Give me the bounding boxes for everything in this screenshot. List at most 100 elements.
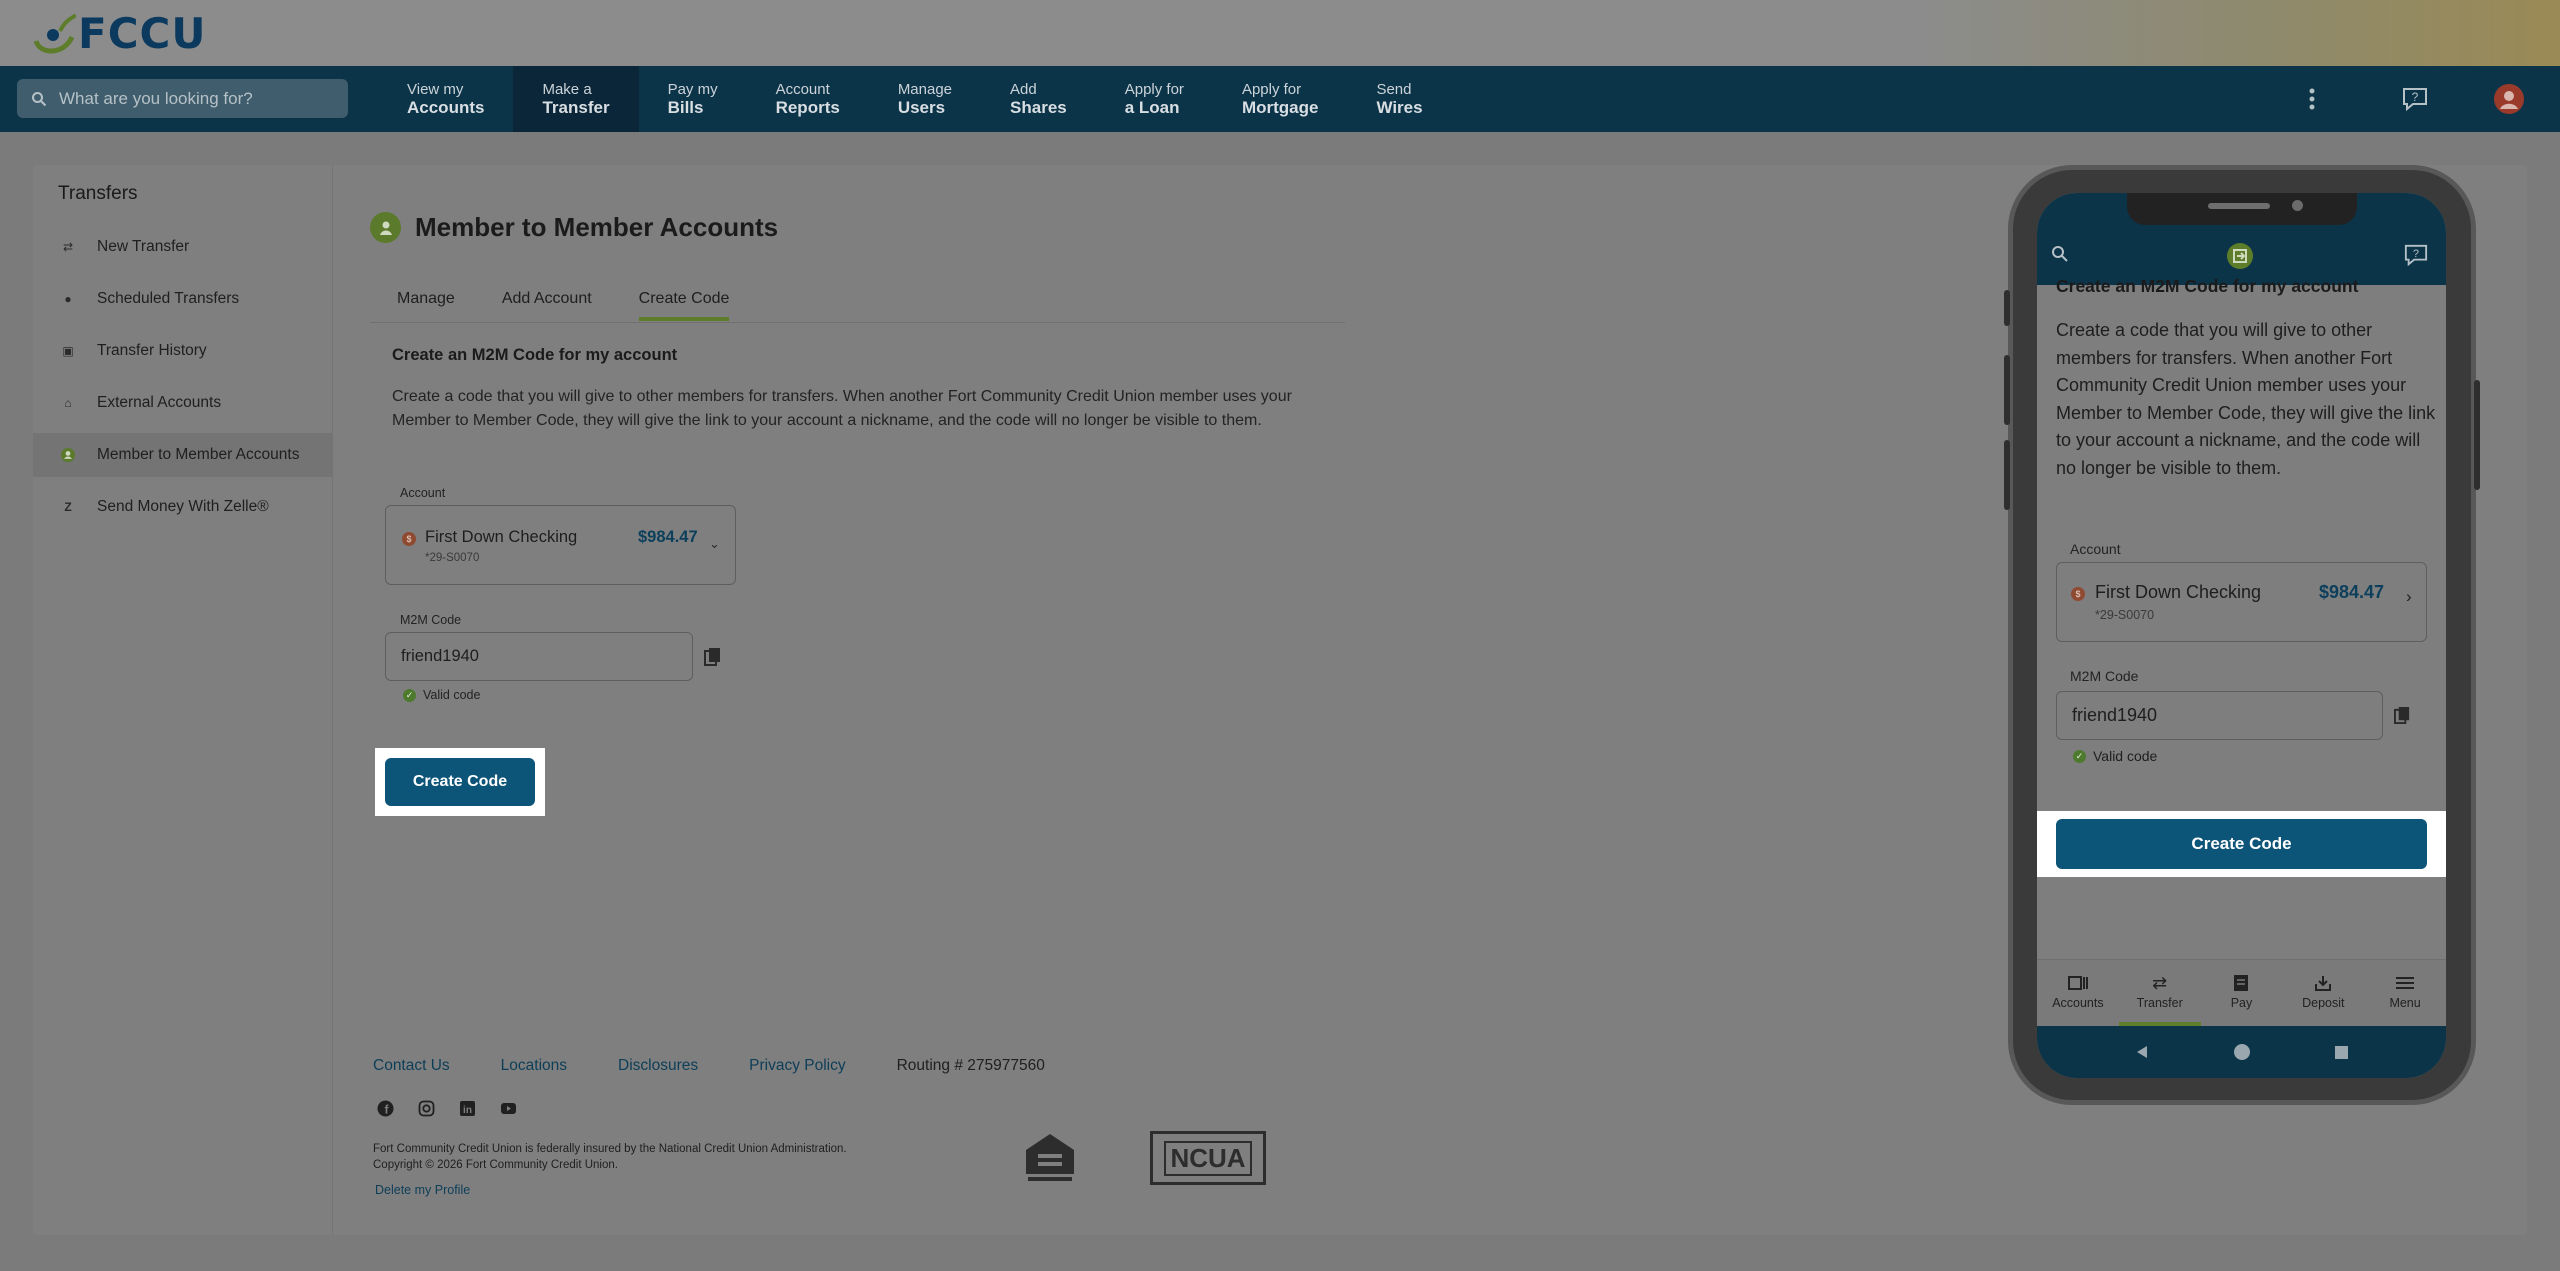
facebook-icon[interactable]: f bbox=[377, 1100, 394, 1117]
sidebar: Transfers ⇄ New Transfer ● Scheduled Trans… bbox=[33, 165, 333, 1235]
mobile-account-name: First Down Checking bbox=[2095, 582, 2262, 602]
footer-link-disclosures[interactable]: Disclosures bbox=[618, 1057, 698, 1075]
member-icon bbox=[370, 212, 401, 243]
clock-icon: ● bbox=[64, 292, 72, 306]
phone-side-button bbox=[2004, 355, 2010, 425]
footer-link-contact[interactable]: Contact Us bbox=[373, 1057, 450, 1075]
check-circle-icon: ✓ bbox=[403, 688, 416, 702]
nav-item-transfer[interactable]: Make a Transfer bbox=[513, 66, 639, 132]
valid-status: ✓ Valid code bbox=[403, 688, 480, 702]
nav-item-loan[interactable]: Apply for a Loan bbox=[1096, 66, 1213, 132]
instagram-icon[interactable] bbox=[418, 1100, 435, 1117]
linkedin-icon[interactable]: in bbox=[459, 1100, 476, 1117]
phone-side-button bbox=[2004, 290, 2010, 326]
nav-items: View my Accounts Make a Transfer Pay my Bil… bbox=[378, 66, 1452, 132]
brand-bar: FCCU bbox=[0, 0, 2560, 66]
search-box[interactable] bbox=[17, 79, 348, 118]
mobile-tab-menu[interactable]: Menu bbox=[2364, 960, 2446, 1026]
logo-text: FCCU bbox=[78, 8, 207, 58]
sidebar-item-external-accounts[interactable]: ⌂ External Accounts bbox=[33, 381, 333, 425]
nav-item-bills[interactable]: Pay my Bills bbox=[639, 66, 747, 132]
nav-item-wires[interactable]: Send Wires bbox=[1347, 66, 1451, 132]
hamburger-menu-icon bbox=[2396, 973, 2415, 993]
help-chat-icon[interactable]: ? bbox=[2403, 243, 2429, 267]
mobile-tab-pay[interactable]: Pay bbox=[2201, 960, 2283, 1026]
youtube-icon[interactable] bbox=[500, 1100, 517, 1117]
nav-item-shares[interactable]: Add Shares bbox=[981, 66, 1096, 132]
nav-item-mortgage[interactable]: Apply for Mortgage bbox=[1213, 66, 1348, 132]
routing-number: Routing # 275977560 bbox=[896, 1057, 1045, 1074]
sidebar-item-label: Scheduled Transfers bbox=[97, 290, 240, 307]
sidebar-item-transfer-history[interactable]: ▣ Transfer History bbox=[33, 329, 333, 373]
help-chat-icon: ? bbox=[2403, 88, 2427, 112]
android-system-nav bbox=[2037, 1026, 2446, 1078]
sidebar-item-label: Send Money With Zelle® bbox=[97, 498, 269, 515]
delete-profile-link[interactable]: Delete my Profile bbox=[375, 1183, 470, 1197]
mobile-create-code-button[interactable]: Create Code bbox=[2056, 819, 2427, 869]
phone-speaker bbox=[2208, 203, 2270, 209]
account-name: First Down Checking bbox=[425, 528, 578, 546]
dollar-badge-icon: $ bbox=[2071, 587, 2085, 601]
footer-links: Contact Us Locations Disclosures Privacy… bbox=[373, 1057, 1045, 1075]
phone-side-button bbox=[2474, 380, 2480, 490]
sidebar-item-member-to-member[interactable]: Member to Member Accounts bbox=[33, 433, 333, 477]
account-label: Account bbox=[400, 486, 446, 500]
nav-item-reports[interactable]: Account Reports bbox=[747, 66, 869, 132]
account-select[interactable]: $ First Down Checking *29-S0070 $984.47 … bbox=[385, 505, 736, 585]
recents-icon[interactable] bbox=[2334, 1045, 2349, 1060]
sidebar-item-new-transfer[interactable]: ⇄ New Transfer bbox=[33, 225, 333, 269]
mobile-tab-transfer[interactable]: ⇄ Transfer bbox=[2118, 960, 2201, 1026]
footer-link-locations[interactable]: Locations bbox=[501, 1057, 567, 1075]
home-icon[interactable] bbox=[2233, 1043, 2251, 1061]
m2m-code-input[interactable] bbox=[385, 632, 693, 681]
mobile-valid-status: ✓ Valid code bbox=[2073, 748, 2157, 764]
transfer-icon: ⇄ bbox=[2152, 972, 2168, 993]
legal-line-1: Fort Community Credit Union is federally… bbox=[373, 1143, 847, 1155]
help-chat-button[interactable]: ? bbox=[2401, 66, 2429, 132]
deposit-icon bbox=[2314, 973, 2332, 993]
mobile-section-title: Create an M2M Code for my account bbox=[2056, 276, 2359, 296]
copy-icon[interactable] bbox=[704, 647, 722, 667]
mobile-tab-deposit[interactable]: Deposit bbox=[2282, 960, 2364, 1026]
footer-link-privacy[interactable]: Privacy Policy bbox=[749, 1057, 845, 1075]
zelle-icon: Z bbox=[64, 500, 72, 514]
sidebar-item-label: External Accounts bbox=[97, 394, 222, 411]
search-input[interactable] bbox=[59, 88, 339, 109]
nav-item-users[interactable]: Manage Users bbox=[869, 66, 981, 132]
avatar-icon bbox=[2494, 84, 2524, 114]
chevron-down-icon: ⌄ bbox=[709, 536, 720, 551]
sidebar-item-zelle[interactable]: Z Send Money With Zelle® bbox=[33, 485, 333, 529]
copy-icon[interactable] bbox=[2394, 706, 2411, 725]
calendar-icon: ▣ bbox=[62, 344, 74, 358]
tab-add-account[interactable]: Add Account bbox=[502, 290, 592, 321]
tabs: Manage Add Account Create Code bbox=[397, 290, 776, 321]
page-title: Member to Member Accounts bbox=[415, 212, 779, 242]
search-icon[interactable] bbox=[2051, 245, 2069, 263]
svg-text:?: ? bbox=[2412, 90, 2419, 104]
fccu-logo[interactable]: FCCU bbox=[32, 8, 207, 58]
phone-camera bbox=[2292, 200, 2303, 211]
mobile-m2m-code-label: M2M Code bbox=[2070, 668, 2139, 684]
legal-text: Fort Community Credit Union is federally… bbox=[373, 1141, 847, 1173]
mobile-description: Create a code that you will give to othe… bbox=[2056, 320, 2436, 478]
back-icon[interactable] bbox=[2134, 1044, 2150, 1060]
tabs-divider bbox=[370, 322, 1345, 323]
mobile-m2m-code-input[interactable] bbox=[2056, 691, 2383, 740]
svg-text:in: in bbox=[463, 1105, 472, 1116]
create-code-button[interactable]: Create Code bbox=[385, 758, 535, 806]
legal-line-2: Copyright © 2026 Fort Community Credit U… bbox=[373, 1159, 618, 1171]
phone-side-button bbox=[2004, 440, 2010, 510]
sidebar-item-scheduled-transfers[interactable]: ● Scheduled Transfers bbox=[33, 277, 333, 321]
mobile-tab-accounts[interactable]: Accounts bbox=[2037, 960, 2119, 1026]
page-title-row: Member to Member Accounts bbox=[370, 212, 778, 243]
main-nav: View myAccounts Make aTransfer Pay myBil… bbox=[0, 66, 2560, 132]
mobile-account-select[interactable]: $ First Down Checking *29-S0070 $984.47 … bbox=[2056, 562, 2427, 642]
sidebar-item-label: Member to Member Accounts bbox=[97, 446, 300, 463]
profile-button[interactable] bbox=[2494, 66, 2524, 132]
more-menu-button[interactable] bbox=[2308, 66, 2316, 132]
logo-mark-icon bbox=[33, 13, 76, 54]
tab-manage[interactable]: Manage bbox=[397, 290, 455, 321]
tab-create-code[interactable]: Create Code bbox=[638, 290, 730, 321]
nav-item-accounts[interactable]: View my Accounts bbox=[378, 66, 513, 132]
account-balance: $984.47 bbox=[638, 528, 698, 546]
